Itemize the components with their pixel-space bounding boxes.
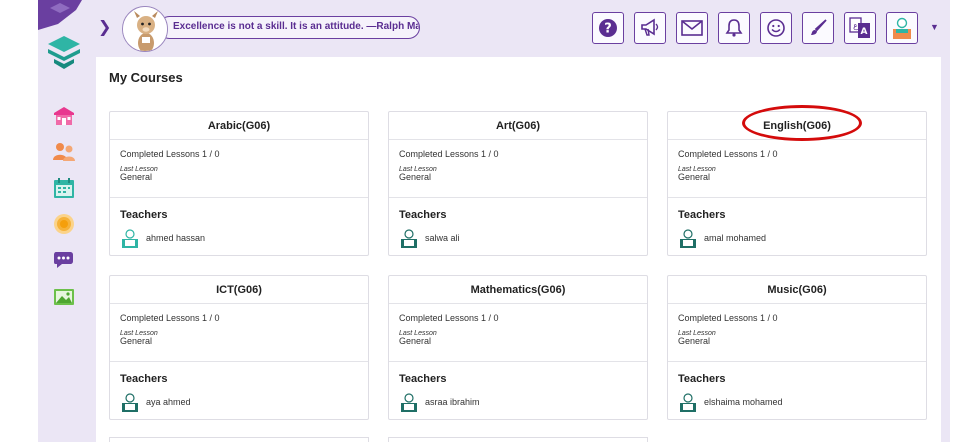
smiley-icon xyxy=(767,19,785,37)
megaphone-icon xyxy=(641,18,659,36)
teachers-label: Teachers xyxy=(120,209,168,221)
teachers-label: Teachers xyxy=(120,373,168,385)
last-lesson-value: General xyxy=(678,336,711,346)
last-lesson-value: General xyxy=(399,172,432,182)
course-progress-section: Completed Lessons 1 / 0 Last Lesson Gene… xyxy=(110,304,368,362)
teachers-label: Teachers xyxy=(678,373,726,385)
course-title: English(G06) xyxy=(668,112,926,140)
teacher-name: ahmed hassan xyxy=(146,233,206,243)
teacher-row[interactable]: ahmed hassan xyxy=(120,228,368,248)
teacher-avatar-icon xyxy=(122,393,138,412)
completed-lessons: Completed Lessons 1 / 0 xyxy=(678,149,778,159)
language-button[interactable]: ع A xyxy=(844,12,876,44)
teachers-label: Teachers xyxy=(399,373,447,385)
feedback-button[interactable] xyxy=(760,12,792,44)
teacher-name: asraa ibrahim xyxy=(425,397,480,407)
app-logo-icon[interactable] xyxy=(44,32,84,72)
completed-lessons: Completed Lessons 1 / 0 xyxy=(120,149,220,159)
course-card-art[interactable]: Art(G06) Completed Lessons 1 / 0 Last Le… xyxy=(388,111,648,256)
teacher-name: amal mohamed xyxy=(704,233,767,243)
page-title: My Courses xyxy=(109,70,183,85)
last-lesson-value: General xyxy=(678,172,711,182)
course-card-music[interactable]: Music(G06) Completed Lessons 1 / 0 Last … xyxy=(667,275,927,420)
teacher-name: aya ahmed xyxy=(146,397,191,407)
svg-text:A: A xyxy=(861,27,868,37)
course-progress-section: Completed Lessons 1 / 0 Last Lesson Gene… xyxy=(668,304,926,362)
notifications-button[interactable] xyxy=(718,12,750,44)
course-title: Music(G06) xyxy=(668,276,926,304)
top-header: ❯ Excellence is not a skill. It is an at… xyxy=(90,0,950,56)
translate-icon: ع A xyxy=(849,17,870,38)
course-card-partial[interactable] xyxy=(388,437,648,442)
last-lesson-value: General xyxy=(120,336,153,346)
course-card-arabic[interactable]: Arabic(G06) Completed Lessons 1 / 0 Last… xyxy=(109,111,369,256)
course-progress-section: Completed Lessons 1 / 0 Last Lesson Gene… xyxy=(389,140,647,198)
help-icon: ? xyxy=(599,19,617,37)
course-progress-section: Completed Lessons 1 / 0 Last Lesson Gene… xyxy=(668,140,926,198)
teacher-row[interactable]: aya ahmed xyxy=(120,392,368,412)
announcements-button[interactable] xyxy=(634,12,666,44)
course-card-mathematics[interactable]: Mathematics(G06) Completed Lessons 1 / 0… xyxy=(388,275,648,420)
calendar-icon[interactable] xyxy=(52,176,76,200)
course-title: ICT(G06) xyxy=(110,276,368,304)
svg-text:ع: ع xyxy=(853,21,858,30)
help-button[interactable]: ? xyxy=(592,12,624,44)
sidebar xyxy=(38,0,90,442)
teacher-name: elshaima mohamed xyxy=(704,397,783,407)
course-progress-section: Completed Lessons 1 / 0 Last Lesson Gene… xyxy=(110,140,368,198)
users-icon[interactable] xyxy=(52,140,76,164)
quote-banner: Excellence is not a skill. It is an atti… xyxy=(122,6,420,52)
mail-icon xyxy=(681,20,703,36)
completed-lessons: Completed Lessons 1 / 0 xyxy=(678,313,778,323)
last-lesson-value: General xyxy=(120,172,153,182)
course-title: Mathematics(G06) xyxy=(389,276,647,304)
teacher-row[interactable]: elshaima mohamed xyxy=(678,392,926,412)
profile-dropdown-caret-icon[interactable]: ▼ xyxy=(930,22,940,32)
teacher-avatar-icon xyxy=(122,229,138,248)
course-card-ict[interactable]: ICT(G06) Completed Lessons 1 / 0 Last Le… xyxy=(109,275,369,420)
teacher-avatar-icon xyxy=(401,229,417,248)
teachers-label: Teachers xyxy=(678,209,726,221)
gallery-icon[interactable] xyxy=(52,285,76,309)
teacher-avatar-icon xyxy=(680,229,696,248)
school-icon[interactable] xyxy=(52,104,76,128)
chat-icon[interactable] xyxy=(52,248,76,272)
messages-button[interactable] xyxy=(676,12,708,44)
bell-icon xyxy=(725,19,743,37)
teacher-row[interactable]: salwa ali xyxy=(399,228,647,248)
svg-text:?: ? xyxy=(604,22,612,37)
course-title: Art(G06) xyxy=(389,112,647,140)
teacher-name: salwa ali xyxy=(425,233,460,243)
teacher-avatar-icon xyxy=(680,393,696,412)
main-panel: My Courses Arabic(G06) Completed Lessons… xyxy=(96,57,941,442)
course-card-english[interactable]: English(G06) Completed Lessons 1 / 0 Las… xyxy=(667,111,927,256)
teachers-label: Teachers xyxy=(399,209,447,221)
paintbrush-icon xyxy=(811,19,827,35)
sun-icon[interactable] xyxy=(52,212,76,236)
completed-lessons: Completed Lessons 1 / 0 xyxy=(399,313,499,323)
course-card-partial[interactable] xyxy=(109,437,369,442)
course-progress-section: Completed Lessons 1 / 0 Last Lesson Gene… xyxy=(389,304,647,362)
course-title: Arabic(G06) xyxy=(110,112,368,140)
teacher-row[interactable]: amal mohamed xyxy=(678,228,926,248)
profile-button[interactable] xyxy=(886,12,918,44)
sidebar-toggle-chevron-icon[interactable]: ❯ xyxy=(98,20,112,36)
theme-button[interactable] xyxy=(802,12,834,44)
teacher-avatar-icon xyxy=(401,393,417,412)
completed-lessons: Completed Lessons 1 / 0 xyxy=(399,149,499,159)
completed-lessons: Completed Lessons 1 / 0 xyxy=(120,313,220,323)
page-margin xyxy=(950,0,975,442)
mascot-avatar-icon xyxy=(122,6,168,52)
quote-text: Excellence is not a skill. It is an atti… xyxy=(158,16,420,39)
teacher-row[interactable]: asraa ibrahim xyxy=(399,392,647,412)
user-avatar-icon xyxy=(893,17,911,39)
last-lesson-value: General xyxy=(399,336,432,346)
corner-flag-icon xyxy=(38,0,82,30)
